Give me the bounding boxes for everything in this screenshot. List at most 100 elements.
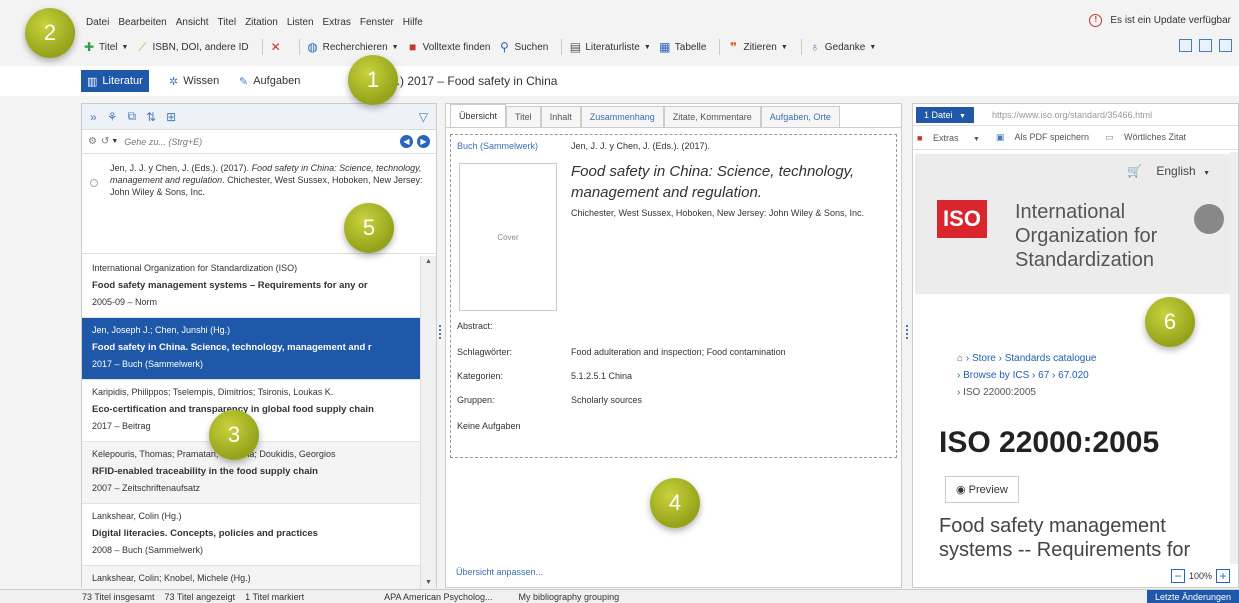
menu-extras[interactable]: Extras	[323, 17, 351, 28]
grouping[interactable]: My bibliography grouping	[519, 592, 620, 602]
pdf-icon: ■	[408, 40, 417, 54]
scroll-up-icon[interactable]: ▲	[421, 256, 436, 268]
menu-listen[interactable]: Listen	[287, 17, 314, 28]
item-authors: Jen, Joseph J.; Chen, Junshi (Hg.)	[92, 325, 231, 335]
chevron-down-icon[interactable]: ▼	[111, 138, 118, 145]
history-icon[interactable]: ↺	[101, 136, 109, 147]
volltexte-label: Volltexte finden	[422, 41, 491, 53]
file-dropdown[interactable]: 1 Datei ▼	[916, 106, 974, 123]
list-item-selected[interactable]: Jen, Joseph J.; Chen, Junshi (Hg.) Food s…	[82, 318, 420, 380]
tab-inhalt[interactable]: Inhalt	[540, 106, 581, 127]
zitieren-button[interactable]: ❞ Zitieren ▼	[726, 40, 788, 54]
citavi-window: Datei Bearbeiten Ansicht Titel Zitation …	[0, 0, 1239, 603]
previous-icon[interactable]: ◀	[400, 135, 413, 148]
add-title-button[interactable]: ✚ Titel ▼	[82, 40, 129, 54]
keywords-value: Food adulteration and inspection; Food c…	[571, 347, 786, 357]
preview-scrollbar[interactable]	[1230, 152, 1238, 564]
list-item[interactable]: Lankshear, Colin; Knobel, Michele (Hg.)	[82, 566, 420, 589]
crumb-ics[interactable]: Browse by ICS	[963, 370, 1029, 381]
cover-placeholder[interactable]: Cover	[459, 163, 557, 311]
menu-hilfe[interactable]: Hilfe	[403, 17, 423, 28]
item-meta: 2008 – Buch (Sammelwerk)	[92, 545, 204, 555]
attach-icon[interactable]: ⚘	[107, 110, 118, 124]
goto-input[interactable]	[124, 136, 345, 147]
toolbar-divider	[298, 39, 300, 55]
list-item[interactable]: International Organization for Standardi…	[82, 256, 420, 318]
tab-titel[interactable]: Titel	[506, 106, 541, 127]
language-selector[interactable]: English ▼	[1156, 164, 1210, 178]
tab-literatur[interactable]: ▥ Literatur	[81, 70, 149, 92]
groups-value: Scholarly sources	[571, 395, 643, 405]
menu-icon[interactable]	[1194, 204, 1224, 234]
item-authors: Lankshear, Colin (Hg.)	[92, 511, 182, 521]
gedanke-button[interactable]: ♁ Gedanke ▼	[808, 40, 876, 54]
zoom-out-button[interactable]: −	[1170, 569, 1185, 583]
next-icon[interactable]: ▶	[417, 135, 430, 148]
collapse-icon[interactable]: »	[90, 110, 97, 124]
tasks-label: Keine Aufgaben	[457, 421, 521, 431]
quote-button[interactable]: ▭ Wörtliches Zitat	[1105, 132, 1194, 143]
cart-icon[interactable]: 🛒	[1127, 164, 1142, 178]
menu-titel[interactable]: Titel	[218, 17, 237, 28]
scroll-down-icon[interactable]: ▼	[421, 577, 436, 589]
copy-icon[interactable]: ⧉	[127, 109, 136, 124]
list-scrollbar[interactable]: ▲ ▼	[420, 256, 436, 589]
customize-overview-link[interactable]: Übersicht anpassen...	[456, 567, 543, 577]
reference-type-link[interactable]: Buch (Sammelwerk)	[457, 141, 538, 151]
tab-wissen[interactable]: ✲ Wissen	[163, 70, 225, 92]
overview-authors: Jen, J. J. y Chen, J. (Eds.). (2017).	[571, 141, 711, 151]
filter-icon[interactable]: ▽	[419, 110, 428, 124]
isbn-button[interactable]: ⟋ ISBN, DOI, andere ID	[135, 40, 248, 55]
recherchieren-label: Recherchieren	[322, 41, 388, 53]
tabelle-button[interactable]: ▦ Tabelle	[658, 40, 706, 54]
recherchieren-button[interactable]: ◍ Recherchieren ▼	[306, 40, 398, 54]
pane-splitter[interactable]	[439, 325, 441, 339]
delete-button[interactable]: ✕	[269, 40, 286, 54]
export-icon[interactable]: ⊞	[166, 110, 176, 124]
url-field[interactable]: https://www.iso.org/standard/35466.html	[992, 110, 1152, 120]
pane-splitter[interactable]	[906, 325, 908, 339]
suchen-button[interactable]: ⚲ Suchen	[497, 40, 548, 54]
tab-aufgaben-orte[interactable]: Aufgaben, Orte	[760, 106, 840, 127]
zitieren-label: Zitieren	[743, 41, 777, 53]
menu-ansicht[interactable]: Ansicht	[176, 17, 209, 28]
update-notice[interactable]: ! Es ist ein Update verfügbar	[1089, 14, 1231, 27]
crumb-store[interactable]: Store	[972, 353, 996, 364]
layout-two-pane-icon[interactable]	[1199, 39, 1212, 52]
menu-bearbeiten[interactable]: Bearbeiten	[118, 17, 166, 28]
menu-zitation[interactable]: Zitation	[245, 17, 278, 28]
literaturliste-button[interactable]: ▤ Literaturliste ▼	[568, 40, 651, 54]
menu-datei[interactable]: Datei	[86, 17, 109, 28]
annotation-badge-2: 2	[25, 8, 75, 58]
item-authors: Kelepouris, Thomas; Pramatari, Katerina;…	[92, 449, 336, 459]
settings-icon[interactable]: ⚙	[88, 136, 97, 147]
save-pdf-button[interactable]: ▣ Als PDF speichern	[996, 132, 1097, 143]
sort-icon[interactable]: ⇅	[146, 110, 156, 124]
crumb-current: ISO 22000:2005	[963, 387, 1036, 398]
item-authors: Lankshear, Colin; Knobel, Michele (Hg.)	[92, 573, 251, 583]
layout-one-pane-icon[interactable]	[1179, 39, 1192, 52]
crumb-67020[interactable]: 67.020	[1058, 370, 1089, 381]
last-changes-button[interactable]: Letzte Änderungen	[1146, 590, 1239, 603]
list-item[interactable]: Lankshear, Colin (Hg.) Digital literacies…	[82, 504, 420, 566]
menu-fenster[interactable]: Fenster	[360, 17, 394, 28]
citation-style[interactable]: APA American Psycholog...	[384, 592, 492, 602]
radio-icon[interactable]	[90, 179, 98, 187]
preview-button[interactable]: ◉ Preview	[945, 476, 1019, 503]
layout-three-pane-icon[interactable]	[1219, 39, 1232, 52]
crumb-67[interactable]: 67	[1038, 370, 1049, 381]
tab-uebersicht[interactable]: Übersicht	[450, 104, 507, 127]
tab-zitate[interactable]: Zitate, Kommentare	[663, 106, 761, 127]
tab-aufgaben[interactable]: ✎ Aufgaben	[233, 70, 306, 92]
iso-logo[interactable]: ISO	[937, 200, 987, 238]
home-icon[interactable]: ⌂	[957, 353, 963, 364]
extras-button[interactable]: ■ Extras ▼	[917, 133, 988, 143]
main-tabs-bar: ▥ Literatur ✲ Wissen ✎ Aufgaben n (Ed.) 201…	[0, 66, 1239, 96]
crumb-catalogue[interactable]: Standards catalogue	[1005, 353, 1097, 364]
iso-number: ISO 22000:2005	[939, 426, 1160, 459]
tab-zusammenhang[interactable]: Zusammenhang	[580, 106, 664, 127]
volltexte-button[interactable]: ■ Volltexte finden	[406, 40, 491, 54]
cover-label: Cover	[497, 232, 519, 242]
status-shown: 73 Titel angezeigt	[164, 591, 236, 602]
zoom-in-button[interactable]: +	[1216, 569, 1230, 583]
